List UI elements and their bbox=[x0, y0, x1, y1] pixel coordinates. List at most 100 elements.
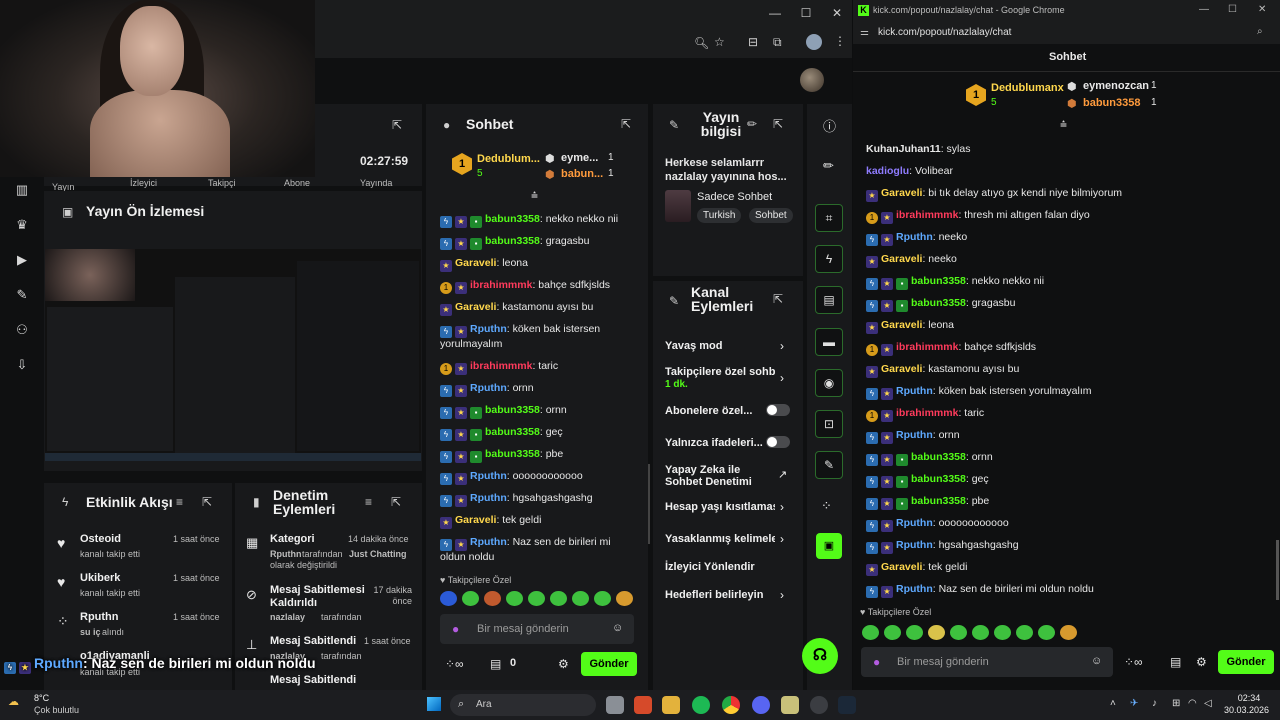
action-row[interactable]: Hesap yaşı kısıtlaması bbox=[665, 501, 775, 513]
emote[interactable] bbox=[906, 625, 923, 640]
points-icon[interactable]: ⁘ bbox=[821, 498, 832, 514]
chat-username[interactable]: Garaveli bbox=[455, 301, 496, 313]
send-button[interactable]: Gönder bbox=[581, 652, 637, 676]
site-settings-icon[interactable]: ⚌ bbox=[860, 27, 869, 38]
chat-username[interactable]: babun3358 bbox=[485, 235, 540, 247]
emote[interactable] bbox=[972, 625, 989, 640]
tray-icon[interactable]: ⊞ bbox=[1172, 698, 1180, 709]
emote[interactable] bbox=[994, 625, 1011, 640]
filter-icon[interactable]: ≡ bbox=[176, 495, 183, 509]
emote[interactable] bbox=[884, 625, 901, 640]
chat-username[interactable]: babun3358 bbox=[485, 404, 540, 416]
chevron-right-icon[interactable]: › bbox=[780, 339, 784, 353]
emote[interactable] bbox=[550, 591, 567, 606]
volume-icon[interactable]: ◁ bbox=[1204, 698, 1212, 709]
popout-icon[interactable]: ⇱ bbox=[773, 292, 783, 306]
chat-input[interactable]: ● Bir mesaj gönderin ☺ bbox=[440, 614, 634, 644]
microphone-icon[interactable]: ♪ bbox=[1152, 698, 1157, 709]
emote[interactable] bbox=[462, 591, 479, 606]
maximize-icon[interactable]: ☐ bbox=[1228, 4, 1237, 15]
close-icon[interactable]: ✕ bbox=[1258, 4, 1266, 15]
bolt-icon[interactable]: ϟ bbox=[815, 245, 843, 273]
emote[interactable] bbox=[928, 625, 945, 640]
chevron-right-icon[interactable]: › bbox=[780, 532, 784, 546]
chat-username[interactable]: ibrahimmmk bbox=[896, 407, 958, 419]
popout-icon[interactable]: ⇱ bbox=[392, 118, 402, 132]
wifi-icon[interactable]: ◠ bbox=[1188, 698, 1197, 709]
chat-username[interactable]: Garaveli bbox=[455, 257, 496, 269]
weather-temp[interactable]: 8°C bbox=[34, 693, 49, 703]
action-row[interactable]: Yapay Zeka ile Sohbet Denetimi bbox=[665, 464, 755, 488]
bookmark-star-icon[interactable]: ☆ bbox=[714, 35, 725, 49]
emote[interactable] bbox=[1060, 625, 1077, 640]
action-row[interactable]: Yalnızca ifadeleri... bbox=[665, 437, 763, 449]
collapse-icon[interactable]: ⩮ bbox=[1060, 117, 1067, 132]
broadcast-icon[interactable]: ◉ bbox=[815, 369, 843, 397]
profile-icon[interactable] bbox=[806, 34, 822, 50]
chat-username[interactable]: Rputhn bbox=[896, 539, 933, 551]
emote[interactable] bbox=[572, 591, 589, 606]
chat-username[interactable]: Rputhn bbox=[896, 583, 933, 595]
app-icon[interactable] bbox=[634, 696, 652, 714]
tray-app-icon[interactable]: ✈ bbox=[1130, 698, 1138, 709]
menu-dots-icon[interactable]: ⋮ bbox=[834, 34, 846, 48]
analytics-icon[interactable]: ▥ bbox=[12, 182, 32, 202]
file-explorer-icon[interactable] bbox=[662, 696, 680, 714]
send-button[interactable]: Gönder bbox=[1218, 650, 1274, 674]
clock-time[interactable]: 02:34 bbox=[1229, 693, 1269, 703]
popout-icon[interactable]: ⇱ bbox=[391, 495, 401, 509]
emote[interactable] bbox=[506, 591, 523, 606]
avatar[interactable] bbox=[800, 68, 824, 92]
zoom-icon[interactable]: ⌕ bbox=[1257, 26, 1263, 37]
clip-icon[interactable]: ⌗ bbox=[815, 204, 843, 232]
collapse-icon[interactable]: ⩮ bbox=[531, 188, 538, 203]
chat-username[interactable]: Rputhn bbox=[896, 231, 933, 243]
chat-username[interactable]: Rputhn bbox=[470, 470, 507, 482]
external-link-icon[interactable]: ↗ bbox=[778, 468, 787, 481]
emoji-icon[interactable]: ☺ bbox=[612, 622, 623, 634]
settings-icon[interactable]: ⚙ bbox=[1196, 655, 1207, 669]
tag-chip[interactable]: Turkish bbox=[697, 208, 742, 223]
chat-username[interactable]: babun3358 bbox=[911, 297, 966, 309]
app-icon[interactable]: ▣ bbox=[816, 533, 842, 559]
chat-username[interactable]: babun3358 bbox=[911, 473, 966, 485]
chevron-right-icon[interactable]: › bbox=[780, 588, 784, 602]
action-row[interactable]: Takipçilere özel sohbe bbox=[665, 366, 775, 378]
task-view-icon[interactable] bbox=[606, 696, 624, 714]
emote[interactable] bbox=[484, 591, 501, 606]
spotify-icon[interactable] bbox=[692, 696, 710, 714]
chat-username[interactable]: babun3358 bbox=[911, 275, 966, 287]
wrench-icon[interactable]: ✎ bbox=[12, 287, 32, 307]
gift-icon[interactable]: ▤ bbox=[1170, 655, 1181, 669]
popout-icon[interactable]: ⇱ bbox=[202, 495, 212, 509]
trophy-icon[interactable]: ♛ bbox=[12, 217, 32, 237]
extensions-icon[interactable]: ⧉ bbox=[773, 35, 782, 50]
chat-username[interactable]: Garaveli bbox=[881, 253, 922, 265]
chat-input[interactable]: ● Bir mesaj gönderin ☺ bbox=[861, 647, 1113, 677]
maximize-icon[interactable]: ☐ bbox=[796, 6, 816, 20]
translate-icon[interactable]: ⊟ bbox=[748, 35, 758, 49]
settings-icon[interactable]: ⚙ bbox=[558, 657, 569, 671]
emote[interactable] bbox=[440, 591, 457, 606]
popout-icon[interactable]: ⇱ bbox=[621, 117, 631, 131]
chat-username[interactable]: babun3358 bbox=[485, 213, 540, 225]
edit-icon[interactable]: ✏ bbox=[747, 117, 757, 131]
stream-preview-video[interactable] bbox=[45, 249, 421, 461]
action-row[interactable]: Yasaklanmış kelimeler bbox=[665, 533, 775, 545]
close-icon[interactable]: ✕ bbox=[827, 6, 847, 20]
emote[interactable] bbox=[1016, 625, 1033, 640]
chat-username[interactable]: Garaveli bbox=[455, 514, 496, 526]
chat-username[interactable]: Rputhn bbox=[896, 429, 933, 441]
emote[interactable] bbox=[528, 591, 545, 606]
popout-icon[interactable]: ⇱ bbox=[773, 117, 783, 131]
action-row[interactable]: Abonelere özel... bbox=[665, 405, 752, 417]
tray-chevron-icon[interactable]: ˄ bbox=[1110, 698, 1116, 709]
toggle[interactable] bbox=[766, 436, 790, 448]
video-icon[interactable]: ▶ bbox=[12, 252, 32, 272]
chevron-right-icon[interactable]: › bbox=[780, 500, 784, 514]
filter-icon[interactable]: ≡ bbox=[365, 495, 372, 509]
mic-icon[interactable]: ● bbox=[873, 655, 880, 669]
emote[interactable] bbox=[950, 625, 967, 640]
chat-username[interactable]: ibrahimmmk bbox=[470, 360, 532, 372]
users-icon[interactable]: ⚇ bbox=[12, 322, 32, 342]
